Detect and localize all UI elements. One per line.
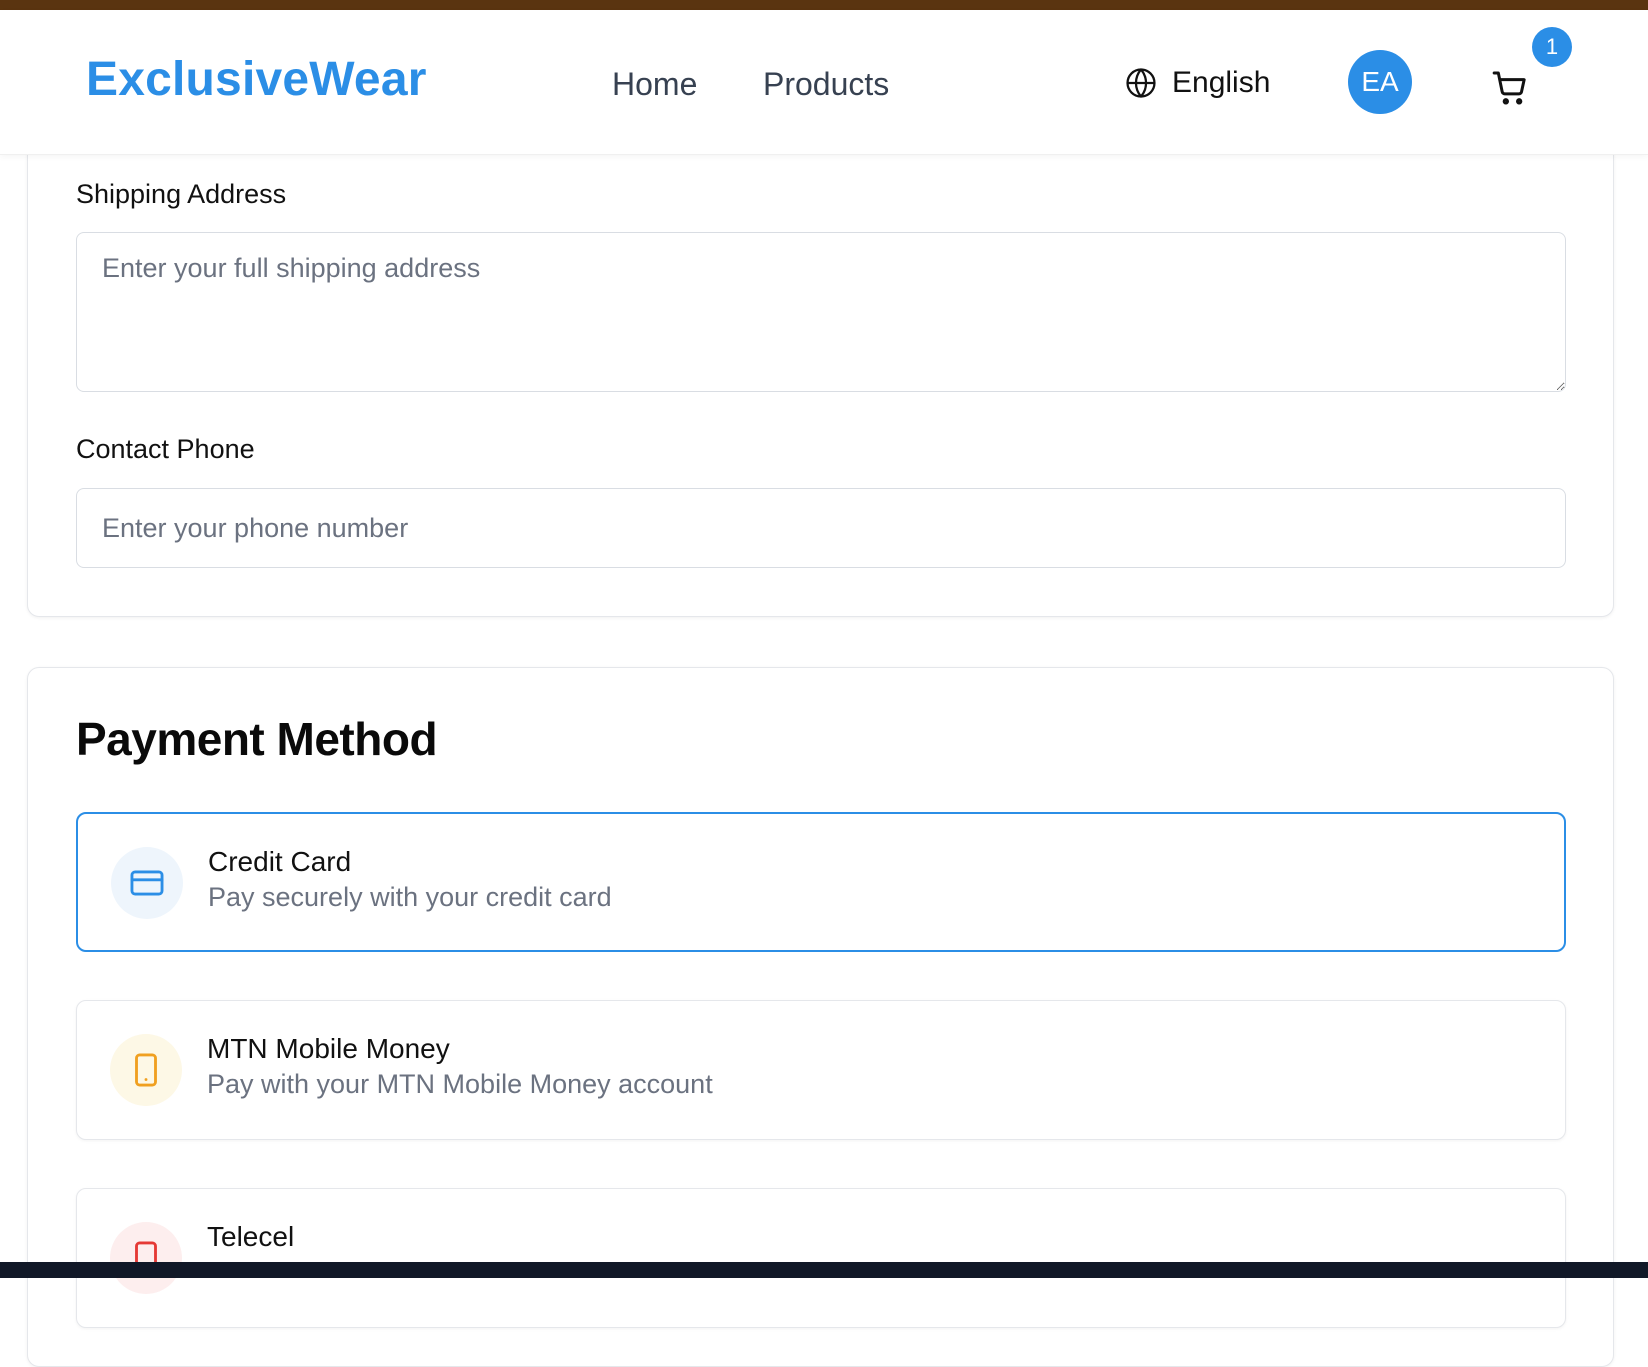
nav-home-link[interactable]: Home <box>612 66 697 103</box>
top-accent-strip <box>0 0 1648 10</box>
payment-option-credit-card[interactable]: Credit Card Pay securely with your credi… <box>76 812 1566 952</box>
payment-option-name: MTN Mobile Money <box>207 1033 450 1064</box>
payment-option-name: Telecel <box>207 1221 295 1252</box>
payment-option-description: Pay with your MTN Mobile Money account <box>207 1069 713 1099</box>
payment-method-title: Payment Method <box>76 713 438 765</box>
site-logo[interactable]: ExclusiveWear <box>86 52 427 107</box>
globe-icon <box>1126 68 1156 98</box>
language-label: English <box>1172 66 1271 99</box>
user-avatar[interactable]: EA <box>1348 50 1412 114</box>
cart-count-badge: 1 <box>1532 27 1572 67</box>
cart-button[interactable] <box>1490 68 1530 108</box>
contact-phone-field[interactable] <box>76 488 1566 568</box>
mobile-phone-icon <box>110 1034 182 1106</box>
language-selector[interactable]: English <box>1124 62 1270 104</box>
site-header: ExclusiveWear Home Products English EA 1 <box>0 10 1648 155</box>
contact-phone-label: Contact Phone <box>76 434 255 464</box>
shipping-address-label: Shipping Address <box>76 179 287 209</box>
bottom-bar <box>0 1262 1648 1278</box>
payment-option-telecel[interactable]: Telecel <box>76 1188 1566 1328</box>
mobile-phone-icon <box>110 1222 182 1294</box>
payment-option-description: Pay securely with your credit card <box>208 882 612 912</box>
credit-card-icon <box>111 847 183 919</box>
nav-products-link[interactable]: Products <box>763 66 889 103</box>
payment-option-mtn-mobile-money[interactable]: MTN Mobile Money Pay with your MTN Mobil… <box>76 1000 1566 1140</box>
payment-option-name: Credit Card <box>208 846 352 877</box>
shipping-address-field[interactable] <box>76 232 1566 392</box>
shopping-cart-icon <box>1492 71 1526 105</box>
